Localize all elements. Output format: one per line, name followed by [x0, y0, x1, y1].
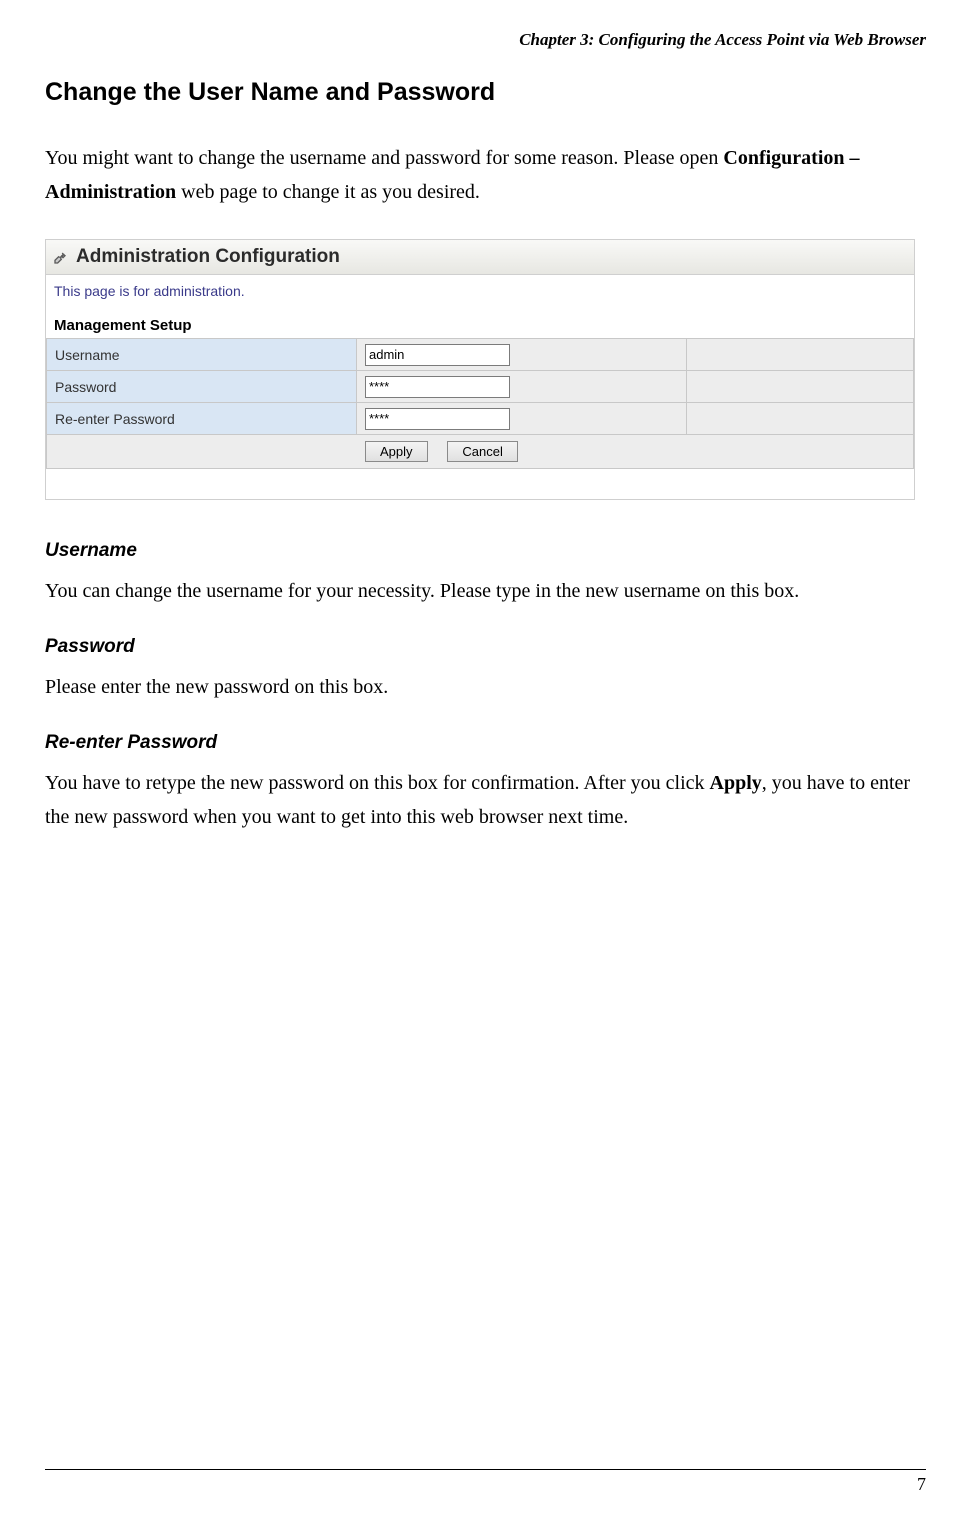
- password-input-cell: [357, 371, 687, 403]
- spacer-cell: [687, 403, 914, 435]
- username-section-text: You can change the username for your nec…: [45, 574, 926, 608]
- reenter-text-pre: You have to retype the new password on t…: [45, 772, 710, 794]
- intro-text-pre: You might want to change the username an…: [45, 147, 723, 169]
- username-input[interactable]: [365, 344, 510, 366]
- username-label: Username: [47, 339, 357, 371]
- reenter-section-text: You have to retype the new password on t…: [45, 766, 926, 834]
- page-footer: 7: [45, 1469, 926, 1495]
- password-section-heading: Password: [45, 636, 926, 658]
- table-row: Password: [47, 371, 914, 403]
- reenter-text-bold: Apply: [710, 772, 762, 794]
- page-number: 7: [917, 1474, 926, 1494]
- button-row: Apply Cancel: [47, 435, 914, 469]
- password-input[interactable]: [365, 376, 510, 398]
- table-row: Username: [47, 339, 914, 371]
- section-heading: Management Setup: [46, 313, 914, 338]
- cancel-button[interactable]: Cancel: [447, 441, 517, 462]
- chapter-header: Chapter 3: Configuring the Access Point …: [45, 30, 926, 50]
- username-input-cell: [357, 339, 687, 371]
- password-section-text: Please enter the new password on this bo…: [45, 670, 926, 704]
- intro-text-post: web page to change it as you desired.: [176, 181, 480, 203]
- intro-paragraph: You might want to change the username an…: [45, 141, 926, 209]
- panel-header: Administration Configuration: [46, 240, 914, 275]
- panel-padding: [46, 469, 914, 499]
- management-setup-table: Username Password Re-enter Password Appl…: [46, 338, 914, 469]
- apply-button[interactable]: Apply: [365, 441, 428, 462]
- reenter-section-heading: Re-enter Password: [45, 732, 926, 754]
- admin-config-screenshot: Administration Configuration This page i…: [45, 239, 915, 500]
- username-section-heading: Username: [45, 540, 926, 562]
- panel-note: This page is for administration.: [46, 275, 914, 313]
- wrench-icon: [52, 248, 70, 266]
- table-row: Re-enter Password: [47, 403, 914, 435]
- reenter-password-input[interactable]: [365, 408, 510, 430]
- panel-title: Administration Configuration: [76, 246, 340, 268]
- reenter-password-input-cell: [357, 403, 687, 435]
- reenter-password-label: Re-enter Password: [47, 403, 357, 435]
- spacer-cell: [687, 371, 914, 403]
- page-title: Change the User Name and Password: [45, 78, 926, 107]
- password-label: Password: [47, 371, 357, 403]
- spacer-cell: [687, 339, 914, 371]
